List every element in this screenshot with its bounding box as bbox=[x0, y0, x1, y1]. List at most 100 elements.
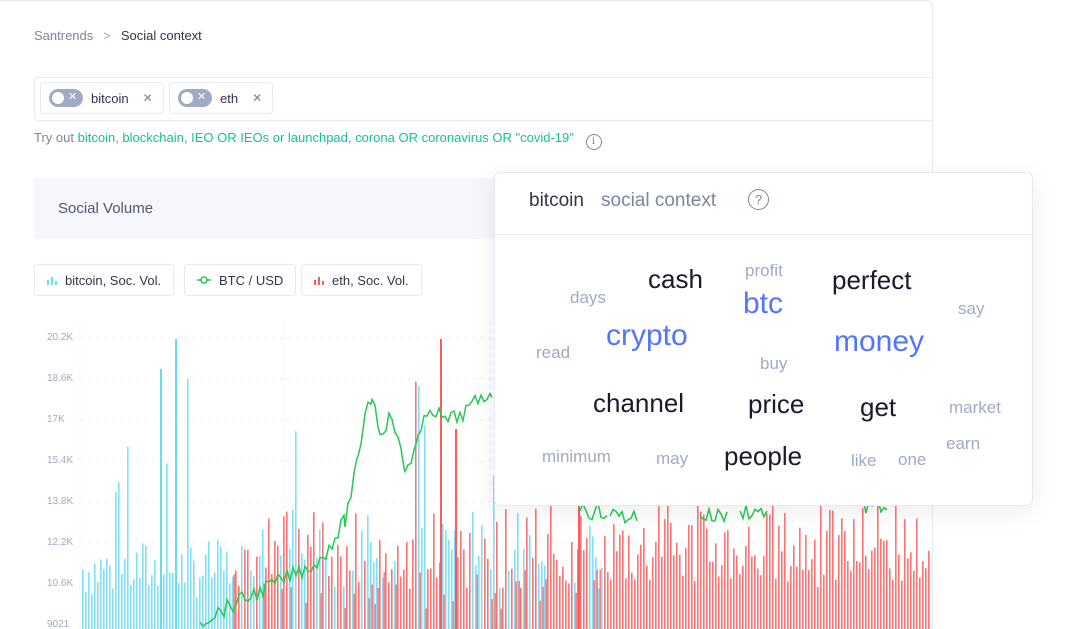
word-may[interactable]: may bbox=[656, 450, 688, 467]
word-minimum[interactable]: minimum bbox=[542, 448, 611, 465]
volume-bar bbox=[271, 574, 273, 629]
volume-bar bbox=[379, 540, 381, 629]
legend-label: eth, Soc. Vol. bbox=[332, 272, 409, 288]
volume-bar bbox=[268, 518, 270, 629]
help-icon[interactable]: ? bbox=[748, 189, 769, 210]
volume-bar bbox=[487, 558, 489, 629]
volume-bar bbox=[544, 565, 546, 629]
suggestion-link[interactable]: corona OR coronavirus OR "covid-19" bbox=[355, 130, 574, 145]
word-people[interactable]: people bbox=[724, 443, 802, 469]
volume-bar bbox=[796, 566, 798, 629]
volume-bar bbox=[371, 584, 373, 629]
volume-bar bbox=[232, 576, 234, 629]
word-channel[interactable]: channel bbox=[593, 390, 684, 416]
volume-bar bbox=[103, 569, 105, 629]
volume-bar bbox=[604, 535, 606, 629]
volume-bar bbox=[865, 555, 867, 629]
suggestion-link[interactable]: bitcoin bbox=[78, 130, 116, 145]
volume-bar bbox=[682, 575, 684, 629]
volume-bar bbox=[718, 576, 720, 629]
volume-bar bbox=[305, 602, 307, 629]
volume-bar bbox=[688, 524, 690, 629]
close-icon[interactable]: ✕ bbox=[143, 91, 153, 105]
volume-bar bbox=[511, 568, 513, 629]
suggestion-link[interactable]: blockchain bbox=[122, 130, 183, 145]
word-earn[interactable]: earn bbox=[946, 435, 980, 452]
volume-bar bbox=[898, 554, 900, 629]
volume-bar bbox=[397, 545, 399, 629]
word-cash[interactable]: cash bbox=[648, 266, 703, 292]
volume-bar bbox=[409, 588, 411, 629]
word-profit[interactable]: profit bbox=[745, 262, 783, 279]
volume-bar bbox=[388, 582, 390, 629]
volume-bar bbox=[778, 525, 780, 629]
chip-toggle[interactable]: ✕ bbox=[178, 89, 212, 107]
volume-bar bbox=[320, 593, 322, 629]
volume-bar bbox=[235, 570, 237, 629]
volume-bar bbox=[715, 543, 717, 629]
legend-bitcoin-soc-vol[interactable]: bitcoin, Soc. Vol. bbox=[34, 264, 175, 296]
volume-bar bbox=[628, 535, 630, 629]
volume-bar bbox=[425, 608, 427, 629]
legend-btc-usd[interactable]: BTC / USD bbox=[184, 264, 297, 296]
volume-bar bbox=[250, 570, 252, 629]
volume-bar bbox=[596, 569, 598, 629]
volume-bar bbox=[184, 582, 186, 629]
word-say[interactable]: say bbox=[958, 300, 984, 317]
volume-bar bbox=[523, 548, 525, 629]
volume-bar bbox=[370, 542, 372, 629]
volume-bar bbox=[181, 554, 183, 629]
word-money[interactable]: money bbox=[834, 327, 924, 357]
volume-bar bbox=[328, 575, 330, 629]
word-crypto[interactable]: crypto bbox=[606, 321, 688, 351]
volume-bar bbox=[748, 526, 750, 629]
volume-bar bbox=[355, 513, 357, 629]
word-get[interactable]: get bbox=[860, 394, 896, 420]
volume-bar bbox=[565, 580, 567, 629]
volume-bar bbox=[550, 492, 552, 629]
volume-bar bbox=[877, 496, 879, 629]
volume-bar bbox=[256, 556, 258, 629]
volume-bar bbox=[418, 386, 420, 629]
word-read[interactable]: read bbox=[536, 344, 570, 361]
word-buy[interactable]: buy bbox=[760, 355, 787, 372]
close-icon[interactable]: ✕ bbox=[252, 91, 262, 105]
legend-eth-soc-vol[interactable]: eth, Soc. Vol. bbox=[301, 264, 422, 296]
volume-bar bbox=[670, 522, 672, 629]
info-icon[interactable]: i bbox=[585, 134, 602, 150]
volume-bar bbox=[769, 514, 771, 629]
volume-bar bbox=[922, 561, 924, 629]
suggestion-link[interactable]: IEO OR IEOs or launchpad bbox=[191, 130, 348, 145]
volume-bar bbox=[500, 608, 502, 629]
search-input[interactable]: ✕ bitcoin ✕ ✕ eth ✕ bbox=[34, 77, 932, 121]
word-btc[interactable]: btc bbox=[743, 289, 783, 319]
social-context-popup: bitcoin social context ? cash profit perfe… bbox=[494, 172, 1033, 506]
volume-bar bbox=[601, 567, 603, 629]
volume-bar bbox=[520, 587, 522, 629]
volume-bar bbox=[175, 339, 177, 629]
breadcrumb-root[interactable]: Santrends bbox=[34, 28, 93, 43]
legend-label: bitcoin, Soc. Vol. bbox=[65, 272, 162, 288]
volume-bar bbox=[850, 571, 852, 629]
word-market[interactable]: market bbox=[949, 399, 1001, 416]
word-perfect[interactable]: perfect bbox=[832, 267, 912, 293]
chip-toggle[interactable]: ✕ bbox=[49, 89, 83, 107]
volume-bar bbox=[100, 559, 102, 629]
word-days[interactable]: days bbox=[570, 289, 606, 306]
word-like[interactable]: like bbox=[851, 452, 877, 469]
volume-bar bbox=[571, 541, 573, 629]
volume-bar bbox=[301, 553, 303, 629]
volume-bar bbox=[634, 579, 636, 629]
volume-bar bbox=[928, 550, 930, 629]
volume-bar bbox=[883, 540, 885, 629]
volume-bar bbox=[712, 561, 714, 629]
word-one[interactable]: one bbox=[898, 451, 926, 468]
price-line bbox=[609, 508, 638, 525]
word-price[interactable]: price bbox=[748, 391, 804, 417]
chip-label: bitcoin bbox=[91, 90, 129, 106]
volume-bar bbox=[790, 565, 792, 629]
volume-bar bbox=[283, 516, 285, 629]
volume-bar bbox=[130, 585, 132, 629]
volume-bar bbox=[619, 534, 621, 629]
volume-bar bbox=[874, 547, 876, 629]
